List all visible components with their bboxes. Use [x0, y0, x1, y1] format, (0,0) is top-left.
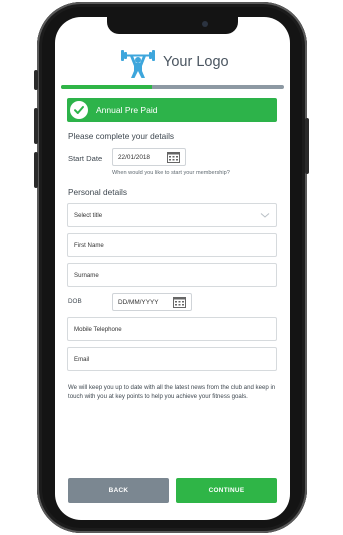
- personal-heading: Personal details: [68, 187, 128, 197]
- weightlifter-icon: [121, 50, 155, 78]
- notch: [107, 17, 238, 34]
- logo-text: Your Logo: [163, 54, 229, 70]
- calendar-icon[interactable]: [167, 151, 180, 163]
- mobile-placeholder: Mobile Telephone: [74, 325, 122, 333]
- details-heading: Please complete your details: [68, 131, 175, 141]
- volume-up-button: [34, 108, 38, 144]
- start-date-field[interactable]: 22/01/2018: [112, 148, 186, 166]
- title-select[interactable]: Select title: [67, 203, 277, 227]
- dob-field[interactable]: DD/MM/YYYY: [112, 293, 192, 311]
- email-field[interactable]: Email: [67, 347, 277, 371]
- title-select-value: Select title: [74, 211, 103, 219]
- back-button[interactable]: BACK: [68, 478, 169, 503]
- plan-banner: Annual Pre Paid: [67, 98, 277, 122]
- power-button: [305, 118, 309, 174]
- calendar-icon[interactable]: [173, 296, 186, 308]
- first-name-field[interactable]: First Name: [67, 233, 277, 257]
- volume-down-button: [34, 152, 38, 188]
- progress-fill: [61, 85, 153, 89]
- surname-placeholder: Surname: [74, 271, 99, 279]
- mobile-field[interactable]: Mobile Telephone: [67, 317, 277, 341]
- continue-button[interactable]: CONTINUE: [176, 478, 277, 503]
- check-icon: [70, 101, 88, 119]
- start-date-label: Start Date: [68, 154, 103, 163]
- progress-bar: [61, 85, 284, 89]
- camera: [202, 21, 208, 27]
- start-date-value: 22/01/2018: [118, 153, 150, 161]
- logo: Your Logo: [119, 45, 229, 79]
- newsletter-info-text: We will keep you up to date with all the…: [68, 384, 276, 400]
- email-placeholder: Email: [74, 355, 90, 363]
- phone-screen: Your Logo Annual Pre Paid Please complet…: [55, 17, 290, 520]
- mute-switch: [34, 70, 38, 90]
- chevron-down-icon: [260, 213, 270, 218]
- first-name-placeholder: First Name: [74, 241, 104, 249]
- surname-field[interactable]: Surname: [67, 263, 277, 287]
- dob-placeholder: DD/MM/YYYY: [118, 298, 159, 306]
- start-date-hint: When would you like to start your member…: [112, 170, 230, 176]
- plan-label: Annual Pre Paid: [96, 105, 158, 115]
- dob-label: DOB: [68, 298, 82, 305]
